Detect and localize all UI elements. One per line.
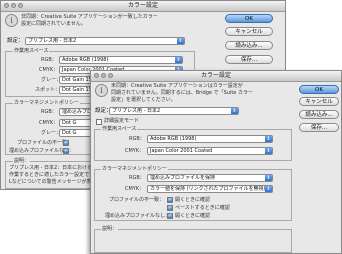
back-rgb-value: Adobe RGB (1998) <box>62 57 109 63</box>
back-title-bar: カラー設定 <box>1 1 285 12</box>
front-cancel-button[interactable]: キャンセル <box>299 97 339 106</box>
front-working-space-group <box>94 129 292 161</box>
back-load-button[interactable]: 読み込み... <box>225 41 273 50</box>
advanced-mode-checkbox[interactable] <box>96 119 102 125</box>
front-policy-rgb-label: RGB： <box>129 175 145 181</box>
minimize-window-icon[interactable] <box>11 3 16 8</box>
back-mismatch-checkbox[interactable]: ✓ <box>63 140 69 146</box>
front-settings-select[interactable]: プリプレス用 - 日本2 ⇕ <box>109 107 239 115</box>
back-settings-value: プリプレス用 - 日本2 <box>28 38 77 44</box>
back-spot-label: スポット： <box>35 87 61 93</box>
back-cancel-button[interactable]: キャンセル <box>225 27 273 36</box>
front-working-space-title: 作業用スペース <box>101 126 138 133</box>
front-policy-rgb-select[interactable]: 埋め込みプロファイルを保持 ⇕ <box>147 174 273 182</box>
front-cmyk-value: Japan Color 2001 Coated <box>150 148 213 154</box>
minimize-window-icon[interactable] <box>101 73 106 78</box>
advanced-mode-label: 詳細設定モード <box>104 118 140 124</box>
close-window-icon[interactable] <box>94 73 99 78</box>
chevron-down-icon: ⇕ <box>231 108 238 114</box>
front-ok-button[interactable]: OK <box>299 85 339 94</box>
zoom-window-icon[interactable] <box>108 73 113 78</box>
chevron-down-icon: ⇕ <box>265 186 272 192</box>
front-rgb-value: Adobe RGB (1998) <box>150 136 197 142</box>
front-sync-message-line1: 未同期：Creative Suite アプリケーションはカラー設定が <box>111 83 243 89</box>
back-description-line3: Lなどについての警告メッセージが表示 <box>9 179 97 185</box>
front-description-group <box>94 229 292 253</box>
back-settings-select[interactable]: プリプレス用 - 日本2 ⇕ <box>25 37 185 45</box>
chevron-down-icon: ⇕ <box>265 148 272 154</box>
back-policy-gray-label: グレー： <box>41 130 62 136</box>
mismatch-open-checkbox[interactable]: ✓ <box>167 197 173 203</box>
back-window-title: カラー設定 <box>127 2 158 9</box>
back-missing-checkbox[interactable]: ✓ <box>63 148 69 154</box>
back-cmyk-label: CMYK： <box>39 67 59 73</box>
front-window-controls <box>94 73 113 78</box>
front-window-title: カラー設定 <box>200 72 231 79</box>
back-sync-message-line2: 設定に同期されていません。 <box>21 21 86 27</box>
front-policy-cmyk-select[interactable]: カラー値を保持 (リンクされたプロファイルを無視) ⇕ <box>147 185 273 193</box>
missing-open-label: 開くときに確認 <box>175 213 211 219</box>
back-description-line1: プリプレス用 - 日本2：日本における <box>9 165 93 171</box>
back-rgb-select[interactable]: Adobe RGB (1998) ⇕ <box>59 56 183 64</box>
back-sync-message-line1: 非同期：Creative Suite アプリケーションが一致したカラー <box>21 14 158 20</box>
back-policy-rgb-label: RGB： <box>41 109 57 115</box>
front-save-button[interactable]: 保存... <box>299 123 339 132</box>
back-ok-button[interactable]: OK <box>225 14 273 23</box>
front-settings-value: プリプレス用 - 日本2 <box>112 108 161 114</box>
front-policy-rgb-value: 埋め込みプロファイルを保持 <box>150 175 216 181</box>
chevron-down-icon: ⇕ <box>177 38 184 44</box>
back-rgb-label: RGB： <box>41 57 57 63</box>
front-cmyk-label: CMYK： <box>125 148 145 154</box>
front-color-settings-dialog: カラー設定 i 未同期：Creative Suite アプリケーションはカラー設… <box>90 70 342 254</box>
front-missing-label: 埋め込みプロファイルなし： <box>105 213 171 219</box>
back-working-space-title: 作業用スペース <box>13 48 50 55</box>
info-icon: i <box>95 84 108 97</box>
mismatch-paste-checkbox[interactable]: ✓ <box>167 205 173 211</box>
front-description-title: 説明： <box>101 226 119 233</box>
back-policy-gray-value: Dot G <box>62 130 77 136</box>
front-policy-cmyk-value: カラー値を保持 (リンクされたプロファイルを無視) <box>150 186 266 192</box>
back-policy-title: カラーマネジメントポリシー <box>13 100 81 107</box>
front-cmyk-select[interactable]: Japan Color 2001 Coated ⇕ <box>147 147 273 155</box>
zoom-window-icon[interactable] <box>18 3 23 8</box>
mismatch-paste-label: ペーストするときに確認 <box>175 205 230 211</box>
front-rgb-select[interactable]: Adobe RGB (1998) ⇕ <box>147 135 273 143</box>
mismatch-open-label: 開くときに確認 <box>175 197 211 203</box>
info-icon: i <box>5 14 18 27</box>
back-window-controls <box>4 3 23 8</box>
front-rgb-label: RGB： <box>129 136 145 142</box>
missing-open-checkbox[interactable]: ✓ <box>167 213 173 219</box>
front-policy-title: カラーマネジメントポリシー <box>101 166 169 173</box>
close-window-icon[interactable] <box>4 3 9 8</box>
front-load-button[interactable]: 読み込み... <box>299 110 339 119</box>
front-mismatch-label: プロファイルの不一致： <box>109 197 165 203</box>
back-gray-label: グレー： <box>41 77 62 83</box>
back-save-button[interactable]: 保存... <box>225 55 273 64</box>
back-policy-cmyk-label: CMYK： <box>39 120 59 126</box>
front-sync-message-line2: 同期されていません。同期するには、Bridge で「Suite カラー <box>111 90 253 96</box>
back-description-line2: 作業するときに適したカラー設定です <box>9 172 95 178</box>
back-policy-cmyk-value: Dot G <box>62 120 77 126</box>
front-sync-message-line3: 設定」を選択してください。 <box>111 97 176 103</box>
chevron-down-icon: ⇕ <box>265 136 272 142</box>
chevron-down-icon: ⇕ <box>265 175 272 181</box>
back-settings-label: 設定： <box>7 38 24 44</box>
front-title-bar: カラー設定 <box>91 71 341 82</box>
back-description-title: 説明： <box>13 158 31 165</box>
front-policy-cmyk-label: CMYK： <box>125 186 145 192</box>
chevron-down-icon: ⇕ <box>175 57 182 63</box>
